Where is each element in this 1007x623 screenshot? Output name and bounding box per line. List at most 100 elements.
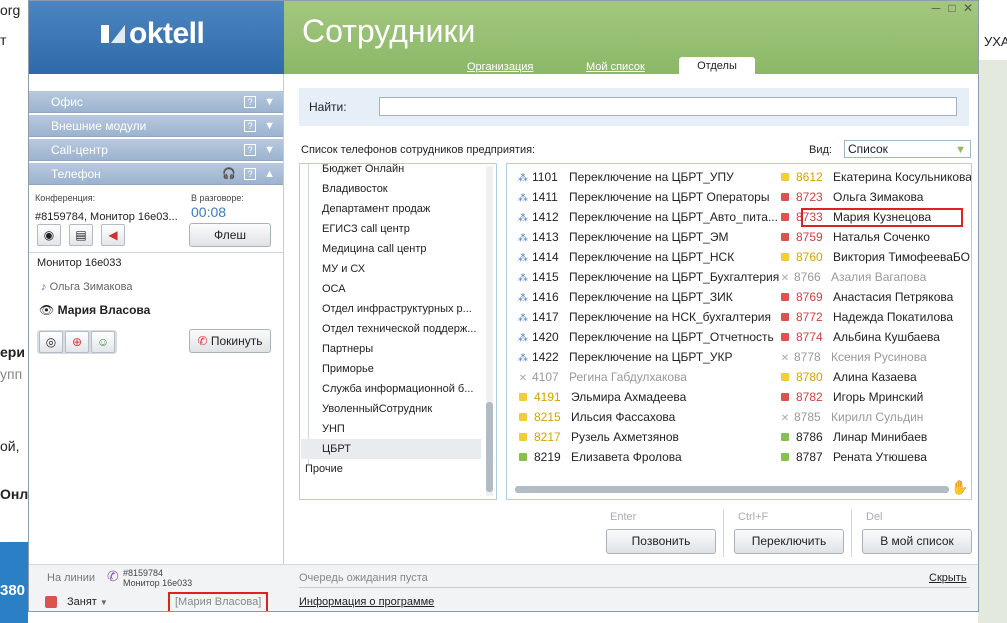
employee-row[interactable]: ⁂ 1414 Переключение на ЦБРТ_НСК [517,247,734,267]
line-monitor: Монитор 16e033 [123,578,193,588]
maximize-icon[interactable]: □ [944,1,960,15]
employee-row[interactable]: 8772 Надежда Покатилова [779,307,953,327]
department-tree: Бюджет Онлайн Владивосток Департамент прод… [299,163,497,500]
employee-row[interactable]: 8774 Альбина Кушбаева [779,327,940,347]
accordion-call-center[interactable]: Call-центр ? ▼ [29,139,283,161]
employee-row[interactable]: ⁂ 1420 Переключение на ЦБРТ_Отчетность [517,327,774,347]
minimize-icon[interactable]: ─ [928,1,944,15]
left-panel: Офис ? ▼ Внешние модули ? ▼ Call-центр ? ▼ … [29,74,284,564]
employee-row[interactable]: ⁂ 1415 Переключение на ЦБРТ_Бухгалтерия [517,267,779,287]
chevron-down-icon[interactable]: ▼ [264,115,275,137]
employee-row[interactable]: ⁂ 1422 Переключение на ЦБРТ_УКР [517,347,733,367]
employee-row[interactable]: 8217 Рузель Ахметзянов [517,427,679,447]
department-item[interactable]: Владивосток [306,179,481,199]
monitor-button[interactable]: ◎ [39,331,63,353]
employee-row[interactable]: 8780 Алина Казаева [779,367,917,387]
group-icon: ⁂ [518,293,528,304]
employee-row[interactable]: ⁂ 1417 Переключение на НСК_бухгалтерия [517,307,771,327]
headset-icon[interactable]: 🎧 [222,163,236,185]
chevron-up-icon[interactable]: ▲ [264,163,275,185]
help-call-button[interactable]: ⊕ [65,331,89,353]
department-item[interactable]: ЕГИСЗ call центр [306,219,481,239]
department-item[interactable]: ОСА [306,279,481,299]
status-selector[interactable]: Занят ▼ [67,596,108,608]
accordion-external-modules[interactable]: Внешние модули ? ▼ [29,115,283,137]
hide-link[interactable]: Скрыть [929,572,967,584]
scrollbar-thumb[interactable] [486,402,493,492]
divider [299,587,970,588]
department-item[interactable]: Отдел технической поддерж... [306,319,481,339]
department-item[interactable]: Отдел инфраструктурных р... [306,299,481,319]
employee-row[interactable]: 8759 Наталья Соченко [779,227,930,247]
tab-organization[interactable]: Организация [467,61,533,73]
busy-status-icon [781,293,789,301]
department-item[interactable]: УНП [306,419,481,439]
employee-row[interactable]: 8612 Екатерина Косульникова [779,167,971,187]
view-select[interactable]: Список ▼ [844,140,971,158]
search-input[interactable] [379,97,957,116]
employee-name: Елизавета Фролова [571,450,682,464]
department-item[interactable]: Бюджет Онлайн [306,164,481,179]
employee-row[interactable]: 8760 Виктория ТимофееваБО [779,247,970,267]
help-icon[interactable]: ? [244,144,257,156]
department-item[interactable]: УволенныйСотрудник [306,399,481,419]
tab-departments[interactable]: Отделы [679,57,755,74]
department-item[interactable]: Служба информационной б... [306,379,481,399]
employee-number: 1414 [532,250,559,264]
record-button[interactable]: ◉ [37,224,61,246]
help-icon[interactable]: ? [244,120,257,132]
conference-users-button[interactable]: ☺ [91,331,115,353]
department-item[interactable]: Прочие [300,459,475,479]
flash-button[interactable]: Флеш [189,223,271,247]
employee-name: Линар Минибаев [833,430,928,444]
conference-value: #8159784, Монитор 16e03... [35,211,178,223]
busy-status-icon[interactable] [45,596,57,608]
employee-row[interactable]: ⁂ 1412 Переключение на ЦБРТ_Авто_пита... [517,207,778,227]
employee-row[interactable]: ✕ 8785 Кирилл Сульдин [779,407,924,427]
employee-number: 8772 [796,310,823,324]
employee-row[interactable]: 4191 Эльмира Ахмадеева [517,387,686,407]
accordion-office[interactable]: Офис ? ▼ [29,91,283,113]
employee-row[interactable]: 8786 Линар Минибаев [779,427,927,447]
transfer-call-button[interactable]: Переключить [734,529,844,554]
employee-row[interactable]: ✕ 4107 Регина Габдулхакова [517,367,687,387]
department-item[interactable]: ЦБРТ [301,439,481,459]
employee-row[interactable]: ✕ 8778 Ксения Русинова [779,347,927,367]
chevron-down-icon[interactable]: ▼ [264,91,275,113]
employee-row[interactable]: 8215 Ильсия Фассахова [517,407,675,427]
department-item[interactable]: МУ и СХ [306,259,481,279]
employee-name: Ксения Русинова [831,350,927,364]
horizontal-scrollbar[interactable] [515,486,949,493]
on-line-label: На линии [47,572,96,584]
department-item[interactable]: Департамент продаж [306,199,481,219]
free-status-icon [781,453,789,461]
mute-button[interactable]: ◀ [101,224,125,246]
help-icon[interactable]: ? [244,168,257,180]
header: Сотрудники Организация Мой список Отделы… [284,1,978,74]
employee-row[interactable]: ⁂ 1416 Переключение на ЦБРТ_ЗИК [517,287,733,307]
call-button[interactable]: Позвонить [606,529,716,554]
group-icon: ⁂ [518,173,528,184]
help-icon[interactable]: ? [244,96,257,108]
employee-row[interactable]: 8782 Игорь Мринский [779,387,923,407]
chevron-down-icon[interactable]: ▼ [264,139,275,161]
close-icon[interactable]: ✕ [960,1,976,15]
accordion-phone[interactable]: Телефон 🎧? ▲ [29,163,283,185]
employee-row[interactable]: ⁂ 1101 Переключение на ЦБРТ_УПУ [517,167,734,187]
employee-row[interactable]: 8723 Ольга Зимакова [779,187,923,207]
department-item[interactable]: Партнеры [306,339,481,359]
employee-row[interactable]: ✕ 8766 Азалия Вагапова [779,267,926,287]
transfer-button[interactable]: ▤ [69,224,93,246]
add-to-my-list-button[interactable]: В мой список [862,529,972,554]
employee-row[interactable]: 8787 Рената Утюшева [779,447,927,467]
employee-row[interactable]: ⁂ 1411 Переключение на ЦБРТ Операторы [517,187,769,207]
department-item[interactable]: Приморье [306,359,481,379]
leave-button[interactable]: ✆ Покинуть [189,329,271,353]
about-link[interactable]: Информация о программе [299,596,434,608]
employee-row[interactable]: 8219 Елизавета Фролова [517,447,682,467]
tab-my-list[interactable]: Мой список [586,61,645,73]
employee-row[interactable]: ⁂ 1413 Переключение на ЦБРТ_ЭМ [517,227,729,247]
employee-row[interactable]: 8769 Анастасия Петрякова [779,287,953,307]
department-item[interactable]: Медицина call центр [306,239,481,259]
search-row: Найти: [299,88,969,126]
